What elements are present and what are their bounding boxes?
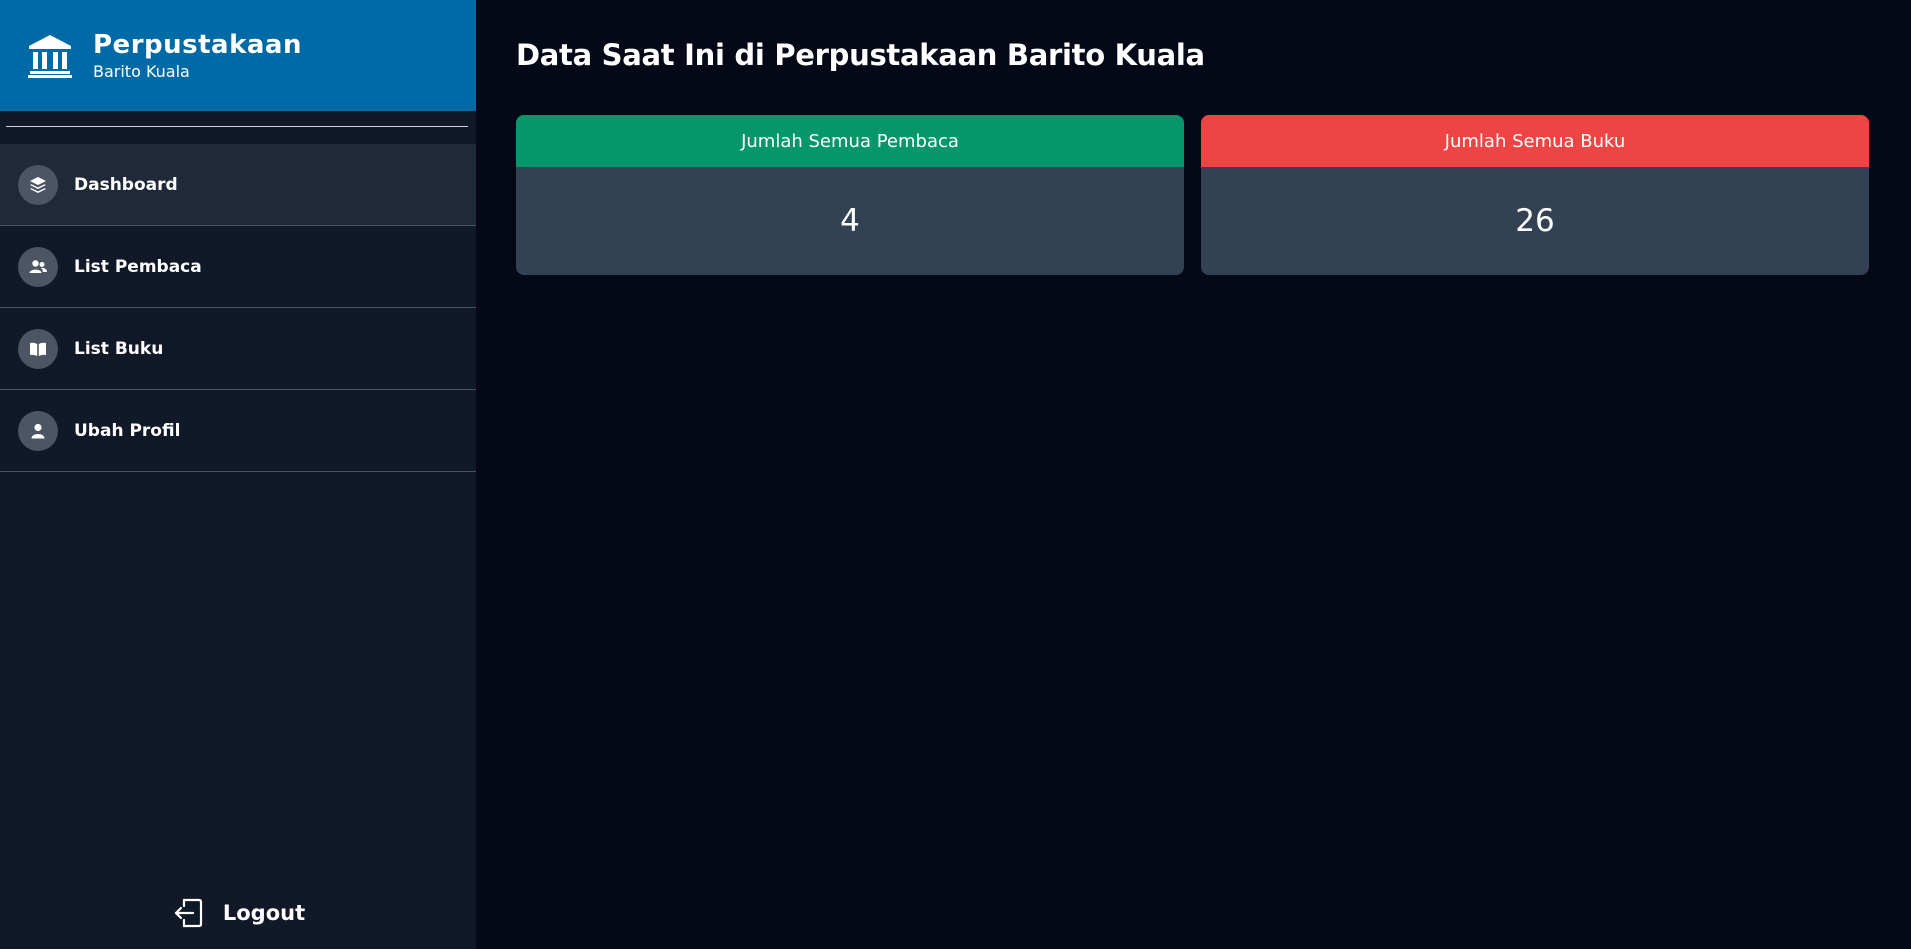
open-book-icon [18, 328, 58, 369]
layers-icon [18, 164, 58, 205]
sidebar: Perpustakaan Barito Kuala Dashboard List… [0, 0, 476, 949]
stat-card-value: 26 [1515, 203, 1555, 239]
sidebar-nav: Dashboard List Pembaca List Buku Ubah Pr… [0, 144, 476, 472]
sidebar-item-label: List Buku [74, 338, 164, 359]
user-icon [18, 410, 58, 451]
users-icon [18, 246, 58, 287]
brand-header[interactable]: Perpustakaan Barito Kuala [0, 0, 476, 111]
sidebar-item-list-pembaca[interactable]: List Pembaca [0, 226, 476, 308]
logout-icon [174, 898, 202, 928]
sidebar-divider [6, 126, 468, 127]
main-content: Data Saat Ini di Perpustakaan Barito Kua… [476, 0, 1911, 949]
sidebar-item-label: List Pembaca [74, 256, 202, 277]
library-building-icon [28, 34, 72, 78]
stat-card-readers: Jumlah Semua Pembaca 4 [516, 115, 1184, 275]
sidebar-item-label: Dashboard [74, 174, 178, 195]
stat-card-value: 4 [840, 203, 860, 239]
sidebar-item-ubah-profil[interactable]: Ubah Profil [0, 390, 476, 472]
logout-label: Logout [222, 901, 306, 925]
page-title: Data Saat Ini di Perpustakaan Barito Kua… [516, 38, 1205, 72]
stat-card-books: Jumlah Semua Buku 26 [1201, 115, 1869, 275]
sidebar-item-list-buku[interactable]: List Buku [0, 308, 476, 390]
stat-card-label: Jumlah Semua Pembaca [516, 115, 1184, 167]
brand-title: Perpustakaan [93, 29, 302, 60]
stat-card-label: Jumlah Semua Buku [1201, 115, 1869, 167]
sidebar-item-label: Ubah Profil [74, 420, 181, 441]
sidebar-item-dashboard[interactable]: Dashboard [0, 144, 476, 226]
brand-subtitle: Barito Kuala [93, 61, 190, 81]
logout-button[interactable]: Logout [0, 890, 476, 936]
